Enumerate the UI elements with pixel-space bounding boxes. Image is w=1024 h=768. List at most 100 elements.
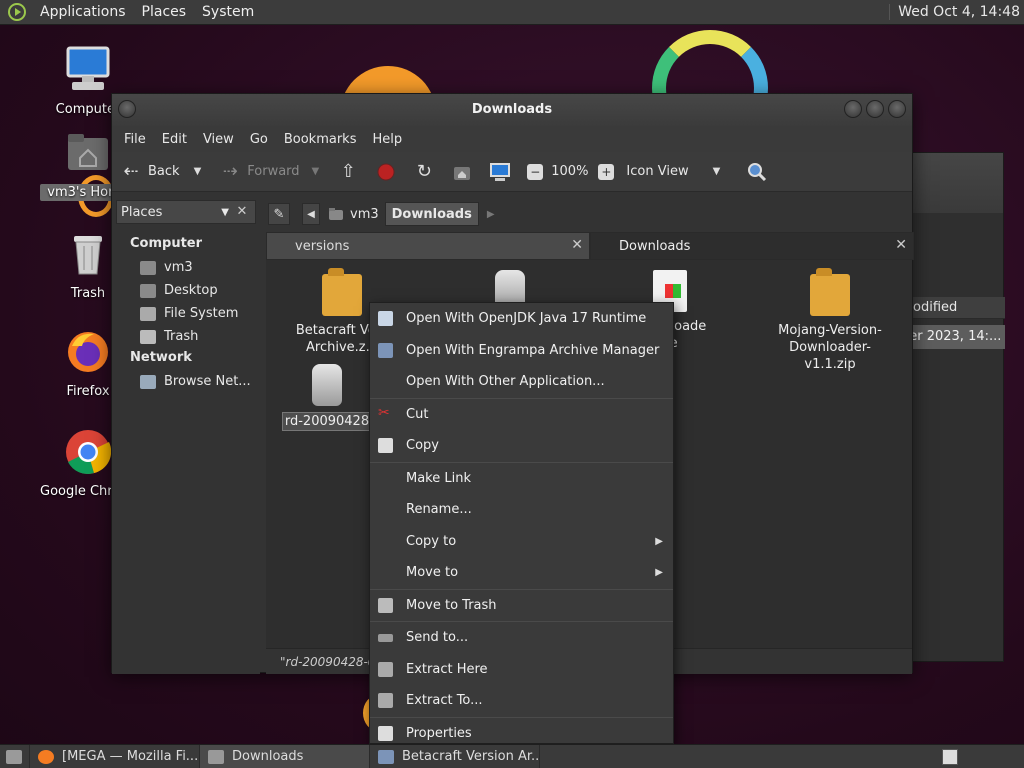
sidebar-item-filesystem[interactable]: File System: [112, 302, 260, 325]
menu-item-open-with-other[interactable]: Open With Other Application...: [370, 366, 673, 398]
column-header-modified[interactable]: odified: [913, 297, 1005, 319]
taskbar-item-firefox[interactable]: [MEGA — Mozilla Fi...: [30, 744, 200, 768]
archive-folder-icon: [810, 268, 850, 316]
zoom-level[interactable]: 100%: [551, 164, 588, 179]
forward-button[interactable]: ⇢ Forward ▼: [219, 161, 320, 183]
menu-item-open-with-engrampa[interactable]: Open With Engrampa Archive Manager: [370, 335, 673, 367]
menu-item-label: Copy to: [406, 533, 457, 549]
menu-system[interactable]: System: [194, 4, 262, 20]
taskbar-item-label: [MEGA — Mozilla Fi...: [62, 749, 199, 764]
window-menu-button[interactable]: [118, 100, 136, 118]
sidebar-close-icon[interactable]: ✕: [232, 202, 252, 222]
menu-item-copy[interactable]: Copy: [370, 430, 673, 462]
sidebar-item-label: Trash: [164, 329, 199, 344]
submenu-arrow-icon: ▶: [655, 567, 663, 578]
scissors-icon: ✂: [378, 404, 390, 421]
menu-item-open-with-java[interactable]: Open With OpenJDK Java 17 Runtime: [370, 303, 673, 335]
forward-arrow-icon: ⇢: [222, 161, 238, 182]
menu-edit[interactable]: Edit: [154, 132, 195, 147]
home-folder-icon: [329, 208, 343, 220]
background-window[interactable]: odified ber 2023, 14:...: [900, 152, 1005, 662]
search-button[interactable]: [746, 161, 774, 183]
workspace-switcher[interactable]: [942, 748, 958, 765]
file-item-selected[interactable]: rd-20090428: [282, 364, 372, 431]
home-folder-icon: [140, 260, 156, 275]
tab-versions[interactable]: versions ✕: [266, 232, 590, 260]
home-icon: [451, 161, 473, 183]
up-button[interactable]: ⇧: [337, 161, 365, 183]
menu-applications[interactable]: Applications: [32, 4, 134, 20]
list-row[interactable]: ber 2023, 14:...: [901, 325, 1005, 349]
menu-item-label: Copy: [406, 438, 439, 454]
path-left-arrow-icon[interactable]: ◀: [302, 203, 320, 225]
chevron-down-icon: ▼: [221, 206, 229, 218]
trash-icon: [378, 597, 393, 613]
reload-button[interactable]: ↻: [413, 161, 441, 183]
taskbar-item-downloads[interactable]: Downloads: [200, 744, 370, 768]
path-right-arrow-icon[interactable]: ▶: [487, 209, 495, 220]
close-icon[interactable]: ✕: [571, 237, 583, 253]
menu-item-move-to-trash[interactable]: Move to Trash: [370, 590, 673, 622]
menu-item-label: Properties: [406, 725, 472, 741]
breadcrumb-vm3[interactable]: vm3: [322, 202, 385, 226]
mate-logo-icon[interactable]: [8, 3, 26, 21]
menu-item-send-to[interactable]: Send to...: [370, 622, 673, 654]
tab-downloads[interactable]: Downloads ✕: [590, 232, 914, 260]
firefox-icon: [38, 749, 54, 764]
close-button[interactable]: [888, 100, 906, 118]
menu-item-move-to[interactable]: Move to ▶: [370, 557, 673, 589]
zoom-out-icon: −: [527, 163, 544, 180]
zoom-out-button[interactable]: − 100%: [527, 163, 588, 180]
java-icon: [378, 311, 393, 326]
firefox-icon: [68, 332, 108, 372]
show-desktop-button[interactable]: [0, 744, 30, 768]
computer-button[interactable]: [489, 161, 517, 183]
sidebar-item-browse-network[interactable]: Browse Net...: [112, 370, 260, 393]
zoom-in-button[interactable]: + Icon View ▼: [598, 163, 721, 180]
taskbar-item-label: Downloads: [232, 749, 304, 764]
menu-item-extract-here[interactable]: Extract Here: [370, 654, 673, 686]
menu-file[interactable]: File: [116, 132, 154, 147]
send-icon: [378, 634, 393, 642]
menu-help[interactable]: Help: [364, 132, 410, 147]
menu-places[interactable]: Places: [134, 4, 195, 20]
minimize-button[interactable]: [844, 100, 862, 118]
close-icon[interactable]: ✕: [895, 237, 907, 253]
sidebar-selector-label: Places: [121, 204, 163, 220]
sidebar-item-vm3[interactable]: vm3: [112, 256, 260, 279]
menu-view[interactable]: View: [195, 132, 242, 147]
view-mode-label[interactable]: Icon View: [626, 164, 688, 179]
window-titlebar[interactable]: Downloads: [112, 94, 912, 126]
chevron-down-icon[interactable]: ▼: [713, 166, 721, 177]
maximize-button[interactable]: [866, 100, 884, 118]
clock[interactable]: Wed Oct 4, 14:48: [889, 4, 1020, 20]
home-button[interactable]: [451, 161, 479, 183]
menu-item-extract-to[interactable]: Extract To...: [370, 685, 673, 717]
desktop-folder-icon: [140, 283, 156, 298]
jar-icon: [312, 364, 342, 406]
folder-icon: [208, 749, 224, 764]
file-name: rd-20090428: [282, 412, 372, 431]
sidebar-heading-computer: Computer: [130, 236, 203, 251]
sidebar-item-desktop[interactable]: Desktop: [112, 279, 260, 302]
back-button[interactable]: ⇠ Back ▼: [120, 161, 201, 183]
menu-item-cut[interactable]: ✂ Cut: [370, 399, 673, 431]
stop-button[interactable]: [375, 161, 403, 183]
taskbar-item-archive[interactable]: Betacraft Version Ar...: [370, 744, 540, 768]
sidebar-item-trash[interactable]: Trash: [112, 325, 260, 348]
background-window-titlebar[interactable]: [901, 153, 1003, 213]
chevron-down-icon[interactable]: ▼: [312, 166, 320, 177]
top-panel: Applications Places System Wed Oct 4, 14…: [0, 0, 1024, 25]
breadcrumb-downloads[interactable]: Downloads: [384, 202, 479, 226]
file-item[interactable]: Mojang-Version- Downloader-v1.1.zip: [770, 268, 890, 373]
menu-bookmarks[interactable]: Bookmarks: [276, 132, 365, 147]
submenu-arrow-icon: ▶: [655, 535, 663, 547]
edit-location-icon[interactable]: ✎: [268, 203, 290, 225]
menu-item-make-link[interactable]: Make Link: [370, 463, 673, 495]
menu-item-copy-to[interactable]: Copy to ▶: [370, 526, 673, 558]
trash-icon: [74, 236, 102, 275]
chevron-down-icon[interactable]: ▼: [194, 166, 202, 177]
show-desktop-icon: [6, 749, 22, 764]
menu-go[interactable]: Go: [242, 132, 276, 147]
menu-item-rename[interactable]: Rename...: [370, 494, 673, 526]
